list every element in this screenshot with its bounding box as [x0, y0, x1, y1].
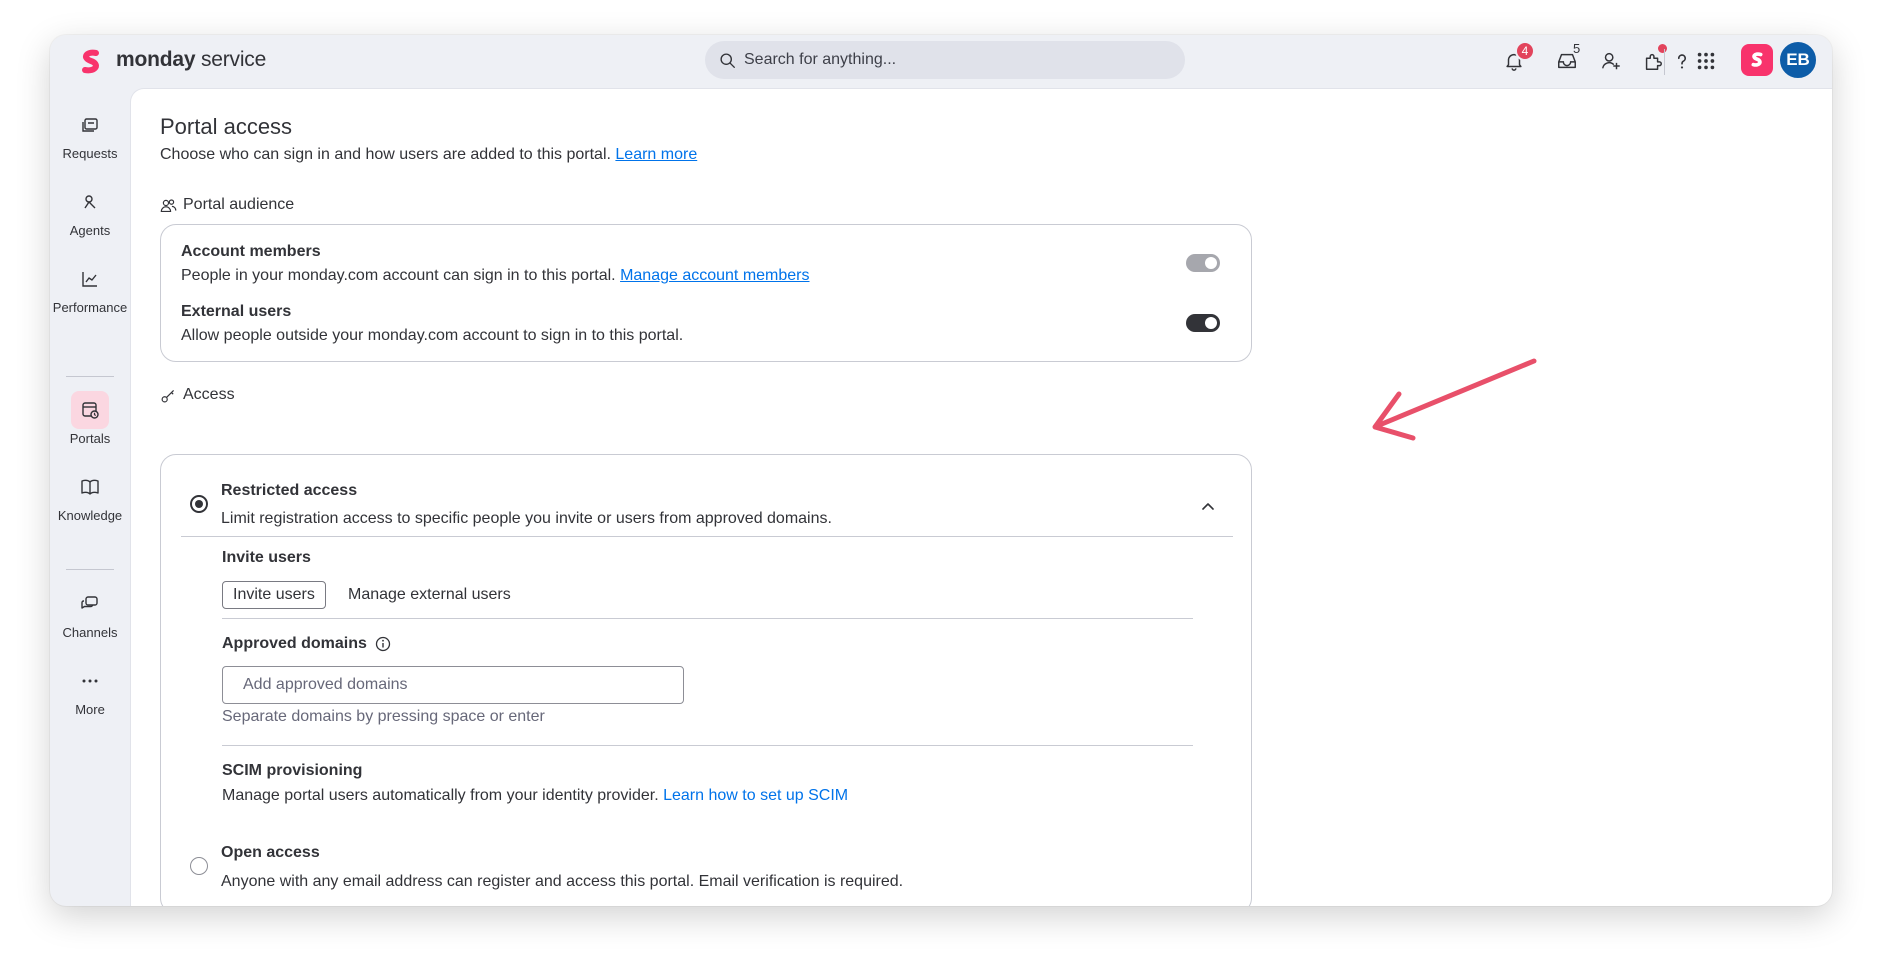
portal-audience-heading: Portal audience	[160, 196, 294, 214]
external-users-title: External users	[181, 303, 292, 320]
product-logo-icon[interactable]	[1741, 44, 1773, 76]
approved-domains-heading: Approved domains	[222, 635, 391, 653]
performance-icon	[82, 272, 97, 287]
sidebar-item-performance[interactable]: Performance	[50, 260, 130, 315]
sidebar-divider	[66, 376, 114, 377]
channels-icon	[81, 596, 98, 609]
access-card: Restricted access Limit registration acc…	[160, 454, 1252, 906]
search-bar[interactable]: Search for anything...	[705, 41, 1185, 79]
manage-external-users-tab[interactable]: Manage external users	[348, 586, 511, 604]
sidebar: Requests Agents Performance Portals Know…	[50, 88, 130, 906]
search-placeholder: Search for anything...	[744, 51, 897, 68]
notifications-badge: 4	[1515, 41, 1535, 61]
sidebar-item-knowledge[interactable]: Knowledge	[50, 468, 130, 523]
approved-domains-hint: Separate domains by pressing space or en…	[222, 708, 545, 725]
agents-icon	[84, 195, 96, 209]
monday-service-logo-icon[interactable]	[74, 44, 110, 80]
access-heading: Access	[160, 386, 235, 404]
open-access-title: Open access	[221, 844, 320, 861]
sidebar-item-portals[interactable]: Portals	[50, 391, 130, 446]
more-dots-icon	[82, 679, 98, 683]
inbox-count: 5	[1573, 41, 1581, 56]
sidebar-item-more[interactable]: More	[50, 662, 130, 717]
app-grid-icon	[1697, 52, 1715, 70]
portals-icon	[82, 402, 99, 419]
invite-member-button[interactable]	[1597, 47, 1625, 75]
apps-button[interactable]	[1639, 44, 1667, 75]
key-icon	[161, 389, 175, 402]
invite-member-icon	[1602, 52, 1620, 70]
open-access-radio[interactable]	[190, 857, 208, 875]
scim-heading: SCIM provisioning	[222, 762, 363, 779]
requests-icon	[82, 118, 98, 132]
setup-scim-link[interactable]: Learn how to set up SCIM	[663, 787, 848, 804]
invite-users-heading: Invite users	[222, 549, 311, 566]
approved-domains-input[interactable]: Add approved domains	[222, 666, 684, 704]
account-members-toggle[interactable]	[1186, 254, 1220, 272]
apps-notification-dot	[1658, 44, 1667, 53]
chevron-up-icon[interactable]	[1201, 499, 1215, 513]
users-icon	[160, 198, 177, 212]
user-avatar[interactable]: EB	[1778, 40, 1818, 80]
top-bar: monday service Search for anything... 4 …	[50, 35, 1832, 88]
scim-description: Manage portal users automatically from y…	[222, 787, 849, 804]
restricted-access-description: Limit registration access to specific pe…	[221, 510, 832, 527]
notifications-button[interactable]: 4	[1500, 41, 1535, 75]
manage-account-members-link[interactable]: Manage account members	[620, 267, 809, 284]
apps-puzzle-icon	[1645, 53, 1662, 70]
app-window: monday service Search for anything... 4 …	[50, 35, 1832, 906]
invite-users-tab-button[interactable]: Invite users	[222, 581, 326, 609]
brand-name: monday service	[116, 48, 267, 71]
external-users-toggle[interactable]	[1186, 314, 1220, 332]
info-icon[interactable]	[375, 636, 391, 652]
page-title: Portal access	[160, 114, 293, 139]
sidebar-divider	[66, 569, 114, 570]
knowledge-book-icon	[81, 479, 99, 495]
account-members-title: Account members	[181, 243, 321, 260]
topbar-divider	[1664, 49, 1665, 75]
account-members-description: People in your monday.com account can si…	[181, 267, 810, 284]
portal-audience-card: Account members People in your monday.co…	[160, 224, 1252, 362]
inbox-button[interactable]: 5	[1553, 41, 1581, 75]
open-access-description: Anyone with any email address can regist…	[221, 873, 904, 890]
learn-more-link[interactable]: Learn more	[615, 146, 697, 163]
main-content: Portal access Choose who can sign in and…	[130, 88, 1832, 906]
annotation-arrow-icon	[1372, 358, 1537, 441]
restricted-access-title: Restricted access	[221, 482, 358, 499]
sidebar-item-channels[interactable]: Channels	[50, 585, 130, 640]
restricted-access-radio[interactable]	[190, 495, 208, 513]
page-subtitle: Choose who can sign in and how users are…	[160, 146, 698, 163]
sidebar-item-agents[interactable]: Agents	[50, 183, 130, 238]
help-icon	[1677, 54, 1686, 69]
app-switcher-button[interactable]	[1692, 47, 1720, 75]
external-users-description: Allow people outside your monday.com acc…	[181, 327, 684, 344]
sidebar-item-requests[interactable]: Requests	[50, 106, 130, 161]
search-icon	[720, 52, 735, 68]
